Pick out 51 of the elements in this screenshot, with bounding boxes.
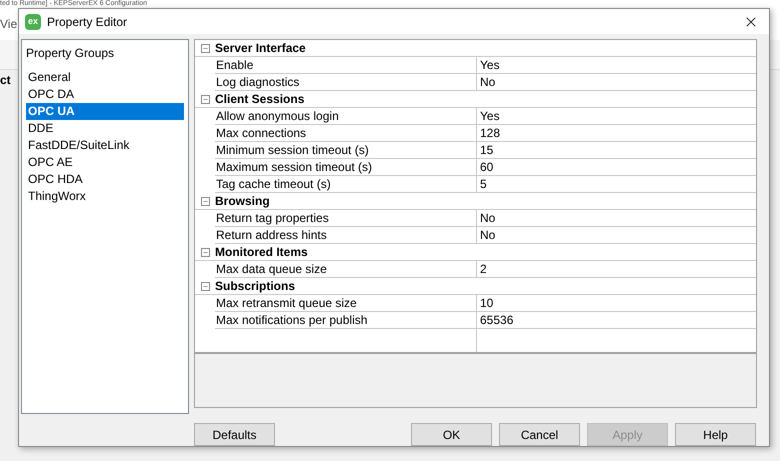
collapse-icon[interactable]: [200, 94, 210, 104]
category-heading: Monitored Items: [215, 244, 308, 261]
property-value[interactable]: 60: [477, 159, 756, 175]
property-group-item[interactable]: DDE: [26, 120, 184, 137]
property-value[interactable]: 10: [477, 295, 756, 311]
property-name[interactable]: Max notifications per publish: [215, 312, 477, 328]
list-heading: Property Groups: [26, 45, 116, 61]
dialog-button[interactable]: Help: [675, 423, 756, 446]
property-value[interactable]: No: [477, 74, 756, 90]
property-group-item[interactable]: OPC DA: [26, 86, 184, 103]
property-name[interactable]: Max retransmit queue size: [215, 295, 477, 311]
property-group-item[interactable]: FastDDE/SuiteLink: [26, 137, 184, 154]
property-name[interactable]: Return address hints: [215, 227, 477, 243]
property-group-item[interactable]: OPC AE: [26, 154, 184, 171]
collapse-icon[interactable]: [200, 282, 210, 290]
property-value[interactable]: 65536: [477, 312, 756, 328]
property-value[interactable]: 15: [477, 142, 756, 158]
property-group-item[interactable]: ThingWorx: [26, 188, 184, 205]
background-panel-heading: ct: [0, 72, 11, 89]
property-name[interactable]: Allow anonymous login: [215, 108, 477, 124]
dialog-button[interactable]: OK: [411, 423, 492, 446]
property-value[interactable]: No: [477, 210, 756, 226]
property-name[interactable]: Max connections: [215, 125, 477, 141]
dialog-button[interactable]: Cancel: [499, 423, 580, 446]
property-value[interactable]: 2: [477, 261, 756, 277]
property-group-item[interactable]: OPC UA: [26, 103, 184, 120]
category-heading: Server Interface: [215, 40, 306, 57]
app-logo-icon: ex: [25, 14, 41, 30]
property-value[interactable]: Yes: [477, 108, 756, 124]
category-heading: Browsing: [215, 193, 270, 210]
property-value[interactable]: Yes: [477, 57, 756, 73]
category-heading: Client Sessions: [215, 91, 304, 108]
property-name[interactable]: Maximum session timeout (s): [215, 159, 477, 175]
property-name[interactable]: Max data queue size: [215, 261, 477, 277]
property-name[interactable]: Tag cache timeout (s): [215, 176, 477, 192]
category-heading: Subscriptions: [215, 278, 296, 295]
collapse-icon[interactable]: [200, 44, 210, 52]
property-name[interactable]: Enable: [215, 57, 477, 73]
property-value[interactable]: 128: [477, 125, 756, 141]
background-menu-text: Vie: [0, 16, 18, 33]
property-name[interactable]: Log diagnostics: [215, 74, 477, 90]
property-name[interactable]: Minimum session timeout (s): [215, 142, 477, 158]
property-value[interactable]: 5: [477, 176, 756, 192]
collapse-icon[interactable]: [200, 248, 210, 256]
property-group-item[interactable]: General: [26, 69, 184, 86]
property-name[interactable]: Return tag properties: [215, 210, 477, 226]
property-value[interactable]: No: [477, 227, 756, 243]
window-title: Property Editor: [47, 14, 128, 30]
property-group-item[interactable]: OPC HDA: [26, 171, 184, 188]
dialog-button[interactable]: Defaults: [194, 423, 275, 446]
collapse-icon[interactable]: [200, 196, 210, 206]
